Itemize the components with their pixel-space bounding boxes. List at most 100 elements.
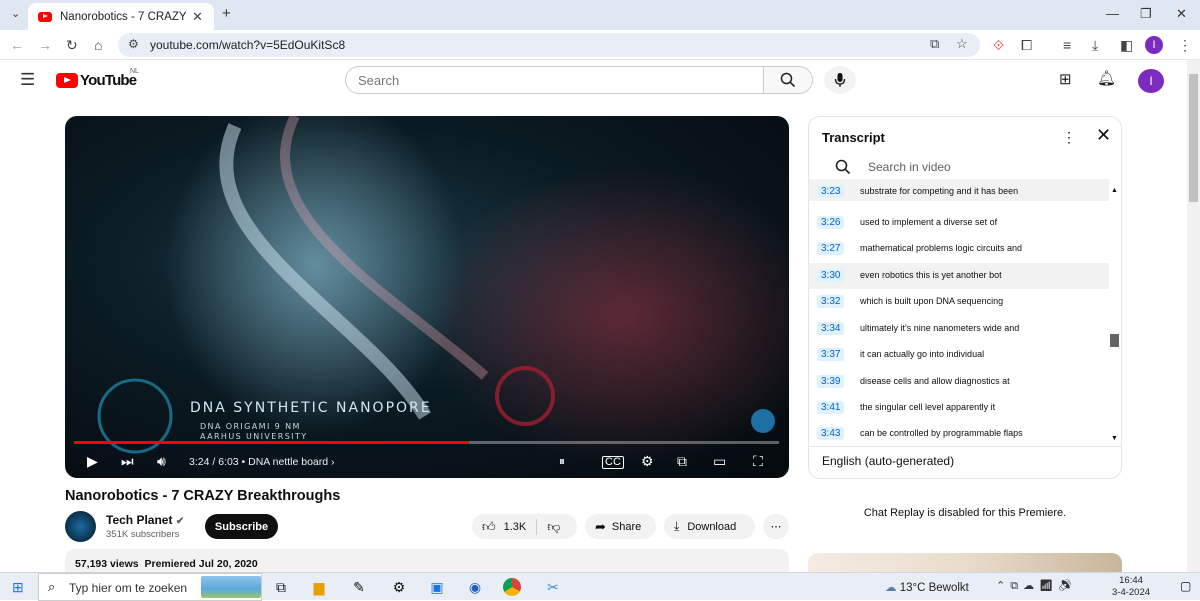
photos-app-icon[interactable]: ▣ [426, 576, 448, 598]
transcript-row[interactable]: 3:43 can be controlled by programmable fl… [809, 421, 1109, 447]
transcript-timestamp[interactable]: 3:41 [817, 401, 845, 414]
scroll-up-arrow-icon[interactable]: ▲ [1111, 187, 1118, 194]
transcript-row[interactable]: 3:34 ultimately it's nine nanometers wide… [809, 316, 1109, 342]
transcript-row[interactable]: 3:26 used to implement a diverse set of [809, 210, 1109, 236]
transcript-row[interactable]: 3:41 the singular cell level apparently i… [809, 395, 1109, 421]
search-input[interactable] [358, 67, 738, 93]
transcript-scroll-thumb[interactable] [1110, 334, 1119, 347]
extension-icon[interactable]: ⟐ [993, 37, 1004, 53]
close-window-icon[interactable]: ✕ [1176, 6, 1187, 22]
browser-tab[interactable]: Nanorobotics - 7 CRAZY Breakthroughs ✕ [28, 3, 214, 30]
notifications-center-icon[interactable]: ▢ [1180, 579, 1191, 593]
file-explorer-icon[interactable]: ▆ [308, 576, 330, 598]
settings-gear-icon[interactable]: ⚙ [641, 453, 654, 470]
weather-widget[interactable]: ☁ 13°C Bewolkt [885, 580, 969, 594]
app-circle-icon[interactable]: ◉ [464, 576, 486, 598]
video-player[interactable]: DNA SYNTHETIC NANOPORE DNA ORIGAMI 9 NM … [65, 116, 789, 478]
download-button[interactable]: ⤓ Download [664, 514, 755, 539]
transcript-timestamp[interactable]: 3:39 [817, 375, 845, 388]
guide-menu-icon[interactable]: ☰ [20, 70, 35, 90]
restore-window-icon[interactable]: ❐ [1140, 6, 1152, 22]
share-button[interactable]: ➦ Share [585, 514, 656, 539]
transcript-timestamp[interactable]: 3:34 [817, 322, 845, 335]
notifications-bell-icon[interactable]: 🔔︎ [1097, 69, 1116, 87]
browser-menu-icon[interactable]: ⋮ [1178, 37, 1192, 53]
miniplayer-icon[interactable]: ⧉ [677, 453, 687, 470]
reading-list-icon[interactable]: ≡ [1063, 37, 1071, 53]
transcript-timestamp[interactable]: 3:26 [817, 216, 845, 229]
transcript-row[interactable]: 3:39 disease cells and allow diagnostics … [809, 369, 1109, 395]
settings-app-icon[interactable]: ⚙ [388, 576, 410, 598]
back-icon[interactable]: ← [10, 37, 24, 53]
address-bar[interactable]: ⚙ youtube.com/watch?v=5EdOuKitSc8 ⧉ ☆ [118, 33, 980, 57]
close-tab-icon[interactable]: ✕ [192, 9, 203, 25]
transcript-timestamp[interactable]: 3:43 [817, 427, 845, 440]
browser-profile-avatar[interactable]: I [1145, 36, 1163, 54]
subtitles-icon[interactable]: CC [602, 456, 624, 469]
progress-bar[interactable] [74, 441, 779, 444]
search-button[interactable] [763, 66, 813, 94]
system-tray-icons[interactable]: ⌃⧉☁📶︎🔊︎ [996, 579, 1077, 593]
transcript-menu-icon[interactable]: ⋮ [1062, 129, 1076, 146]
fullscreen-icon[interactable]: ⛶ [753, 453, 763, 470]
windows-start-icon[interactable]: ⊞ [12, 579, 24, 596]
transcript-search-input[interactable]: Search in video [868, 160, 951, 174]
taskbar-clock[interactable]: 16:44 3-4-2024 [1112, 575, 1150, 599]
downloads-icon[interactable]: ⤓ [1092, 37, 1098, 53]
channel-avatar[interactable] [65, 511, 96, 542]
transcript-timestamp[interactable]: 3:37 [817, 348, 845, 361]
taskbar-search-placeholder[interactable]: Typ hier om te zoeken [69, 581, 187, 595]
theater-mode-icon[interactable]: ▭ [713, 453, 726, 470]
task-view-icon[interactable]: ⧉ [270, 576, 292, 598]
recommended-shelf-thumbnail[interactable] [808, 553, 1122, 573]
channel-name[interactable]: Tech Planet [106, 513, 172, 527]
more-actions-button[interactable]: ⋯ [763, 514, 789, 539]
page-scroll-thumb[interactable] [1189, 74, 1198, 202]
transcript-timestamp[interactable]: 3:30 [817, 269, 845, 282]
transcript-row[interactable]: 3:30 even robotics this is yet another bo… [809, 263, 1109, 289]
create-video-icon[interactable]: ⊞ [1059, 70, 1072, 88]
transcript-timestamp[interactable]: 3:23 [817, 185, 845, 198]
bookmark-star-icon[interactable]: ☆ [956, 36, 968, 52]
volume-icon[interactable]: 🔊︎ [157, 453, 166, 470]
transcript-timestamp[interactable]: 3:27 [817, 242, 845, 255]
taskbar-search-box[interactable]: ⌕ Typ hier om te zoeken [38, 573, 262, 601]
minimize-window-icon[interactable]: — [1106, 6, 1119, 21]
open-in-app-icon[interactable]: ⧉ [930, 36, 939, 52]
reload-icon[interactable]: ↻ [66, 37, 78, 53]
transcript-row[interactable]: 3:23 substrate for competing and it has b… [809, 179, 1109, 201]
new-tab-icon[interactable]: + [222, 5, 231, 22]
transcript-close-icon[interactable]: ✕ [1096, 125, 1111, 146]
url-text[interactable]: youtube.com/watch?v=5EdOuKitSc8 [150, 38, 345, 52]
scroll-down-arrow-icon[interactable]: ▼ [1111, 435, 1118, 442]
next-video-icon[interactable]: ⏭ [121, 453, 134, 470]
snipping-tool-icon[interactable]: ✂ [542, 576, 564, 598]
home-icon[interactable]: ⌂ [94, 37, 102, 53]
channel-name-row[interactable]: Tech Planet ✔ [106, 513, 184, 527]
autoplay-toggle-icon[interactable]: ⏸ [559, 454, 565, 469]
transcript-timestamp[interactable]: 3:32 [817, 295, 845, 308]
transcript-row[interactable]: 3:32 which is built upon DNA sequencing [809, 289, 1109, 315]
site-info-icon[interactable]: ⚙ [128, 37, 139, 51]
chapter-title[interactable]: DNA nettle board [248, 456, 328, 468]
transcript-language-selector[interactable]: English (auto-generated) [822, 454, 954, 468]
like-dislike-group: 👍︎ 1.3K 👎︎ [472, 514, 577, 539]
subscribe-button[interactable]: Subscribe [205, 514, 278, 539]
account-avatar[interactable]: I [1138, 69, 1164, 93]
page-scrollbar[interactable] [1187, 60, 1200, 572]
extensions-puzzle-icon[interactable]: ⧠ [1021, 37, 1032, 53]
side-panel-icon[interactable]: ◧ [1120, 37, 1133, 53]
search-box[interactable] [345, 66, 764, 94]
tab-search-chevron-icon[interactable]: ⌄ [11, 7, 20, 20]
like-button[interactable]: 👍︎ 1.3K [472, 518, 538, 535]
dislike-button[interactable]: 👎︎ [537, 519, 570, 535]
transcript-row[interactable]: 3:27 mathematical problems logic circuits… [809, 236, 1109, 262]
youtube-logo[interactable]: YouTube NL [56, 68, 139, 89]
forward-icon[interactable]: → [38, 37, 52, 53]
voice-search-button[interactable] [824, 66, 856, 94]
paint-app-icon[interactable]: ✎ [348, 576, 370, 598]
transcript-text: can be controlled by programmable flaps [860, 428, 1023, 438]
transcript-row[interactable]: 3:37 it can actually go into individual [809, 342, 1109, 368]
chrome-icon[interactable] [503, 578, 521, 596]
play-icon[interactable]: ▶ [87, 453, 98, 470]
